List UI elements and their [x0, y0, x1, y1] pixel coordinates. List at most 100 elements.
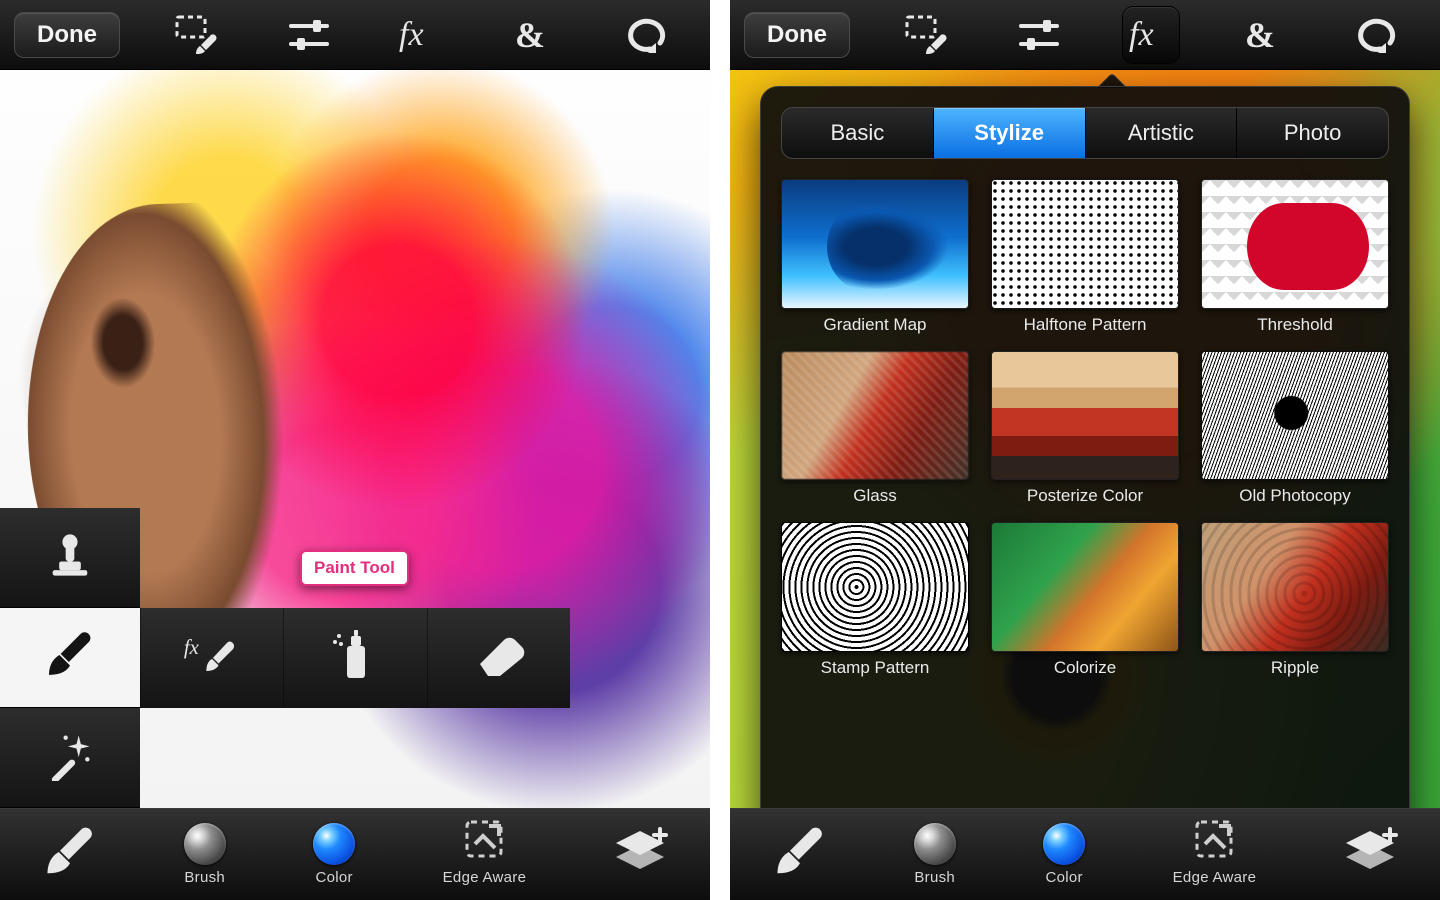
bottom-color[interactable]: Color [1043, 823, 1085, 886]
undo-icon [622, 17, 666, 53]
top-toolbar: Done fx [730, 0, 1440, 70]
tool-magic-wand[interactable] [0, 708, 140, 808]
label-halftone: Halftone Pattern [1024, 315, 1147, 335]
brush-spray[interactable] [283, 608, 426, 708]
fx-category-tabs: Basic Stylize Artistic Photo [781, 107, 1389, 159]
tool-stamp[interactable] [0, 508, 140, 608]
selection-brush-icon [905, 15, 951, 55]
brush-tool-icon[interactable] [40, 822, 100, 887]
top-ampersand[interactable]: & [1235, 7, 1291, 63]
bottom-edge-aware[interactable]: Edge Aware [1173, 818, 1257, 886]
brush-label: Brush [914, 869, 955, 886]
ampersand-icon: & [1243, 15, 1283, 55]
top-undo[interactable] [1346, 7, 1402, 63]
color-label: Color [315, 869, 352, 886]
label-ripple: Ripple [1271, 658, 1319, 678]
thumb-glass [781, 351, 969, 481]
fx-gradient-map[interactable]: Gradient Map [781, 179, 969, 335]
top-adjustments[interactable] [281, 7, 337, 63]
thumb-gradient-map [781, 179, 969, 309]
fx-ripple[interactable]: Ripple [1201, 522, 1389, 678]
canvas-area[interactable]: Paint Tool [0, 70, 710, 808]
layers-button[interactable] [610, 825, 670, 884]
label-gradient-map: Gradient Map [824, 315, 927, 335]
brush-label: Brush [184, 869, 225, 886]
fx-posterize-color[interactable]: Posterize Color [991, 351, 1179, 507]
top-undo[interactable] [616, 7, 672, 63]
layers-button[interactable] [1340, 825, 1400, 884]
ampersand-icon: & [513, 15, 553, 55]
bottom-edge-aware[interactable]: Edge Aware [443, 818, 527, 886]
color-orb-icon [1043, 823, 1085, 865]
label-colorize: Colorize [1054, 658, 1116, 678]
fx-icon: fx [399, 17, 443, 53]
tab-basic[interactable]: Basic [782, 108, 933, 158]
edge-aware-icon [1193, 818, 1235, 865]
screenshot-right: Done fx [730, 0, 1440, 900]
eraser-icon [470, 634, 528, 683]
thumb-posterize [991, 351, 1179, 481]
done-button[interactable]: Done [14, 12, 120, 58]
svg-text:&: & [515, 15, 545, 55]
label-photocopy: Old Photocopy [1239, 486, 1351, 506]
fx-halftone-pattern[interactable]: Halftone Pattern [991, 179, 1179, 335]
bottom-toolbar: Brush Color Edge Aware [730, 808, 1440, 900]
fx-threshold[interactable]: Threshold [1201, 179, 1389, 335]
tool-dock [0, 508, 140, 808]
magic-wand-icon [44, 729, 96, 786]
svg-text:fx: fx [1129, 17, 1154, 53]
bottom-brush[interactable]: Brush [184, 823, 226, 886]
thumb-stamp [781, 522, 969, 652]
thumb-halftone [991, 179, 1179, 309]
label-stamp: Stamp Pattern [821, 658, 930, 678]
svg-text:fx: fx [399, 17, 424, 53]
label-glass: Glass [853, 486, 896, 506]
fx-popover: Basic Stylize Artistic Photo Gradient Ma… [760, 86, 1410, 870]
brush-eraser[interactable] [427, 608, 570, 708]
thumb-threshold [1201, 179, 1389, 309]
label-posterize: Posterize Color [1027, 486, 1143, 506]
label-threshold: Threshold [1257, 315, 1333, 335]
undo-icon [1352, 17, 1396, 53]
selection-brush-icon [175, 15, 221, 55]
edge-aware-label: Edge Aware [443, 869, 527, 886]
bottom-brush[interactable]: Brush [914, 823, 956, 886]
edge-aware-label: Edge Aware [1173, 869, 1257, 886]
top-toolbar: Done fx [0, 0, 710, 70]
fx-glass[interactable]: Glass [781, 351, 969, 507]
thumb-colorize [991, 522, 1179, 652]
top-fx[interactable]: fx [1123, 7, 1179, 63]
brush-fx[interactable]: fx [140, 608, 283, 708]
done-button[interactable]: Done [744, 12, 850, 58]
sliders-icon [1017, 18, 1061, 52]
paint-tool-tooltip: Paint Tool [300, 550, 409, 586]
thumb-photocopy [1201, 351, 1389, 481]
bottom-toolbar: Brush Color Edge Aware [0, 808, 710, 900]
color-label: Color [1045, 869, 1082, 886]
top-fx[interactable]: fx [393, 7, 449, 63]
fx-colorize[interactable]: Colorize [991, 522, 1179, 678]
brush-icon [42, 627, 98, 688]
top-adjustments[interactable] [1011, 7, 1067, 63]
fx-grid: Gradient Map Halftone Pattern Threshold … [781, 179, 1389, 678]
sliders-icon [287, 18, 331, 52]
edge-aware-icon [463, 818, 505, 865]
bottom-color[interactable]: Color [313, 823, 355, 886]
thumb-ripple [1201, 522, 1389, 652]
brush-flyout: fx [140, 608, 570, 708]
brush-tool-icon[interactable] [770, 822, 830, 887]
top-ampersand[interactable]: & [505, 7, 561, 63]
fx-old-photocopy[interactable]: Old Photocopy [1201, 351, 1389, 507]
tab-photo[interactable]: Photo [1236, 108, 1388, 158]
brush-orb-icon [914, 823, 956, 865]
screenshot-left: Paint Tool [0, 0, 710, 900]
spray-can-icon [331, 628, 379, 689]
fx-stamp-pattern[interactable]: Stamp Pattern [781, 522, 969, 678]
top-selection-brush[interactable] [170, 7, 226, 63]
tab-stylize[interactable]: Stylize [933, 108, 1085, 158]
svg-text:fx: fx [184, 637, 199, 659]
top-selection-brush[interactable] [900, 7, 956, 63]
tool-brush[interactable] [0, 608, 140, 708]
tab-artistic[interactable]: Artistic [1085, 108, 1237, 158]
stamp-icon [44, 529, 96, 586]
